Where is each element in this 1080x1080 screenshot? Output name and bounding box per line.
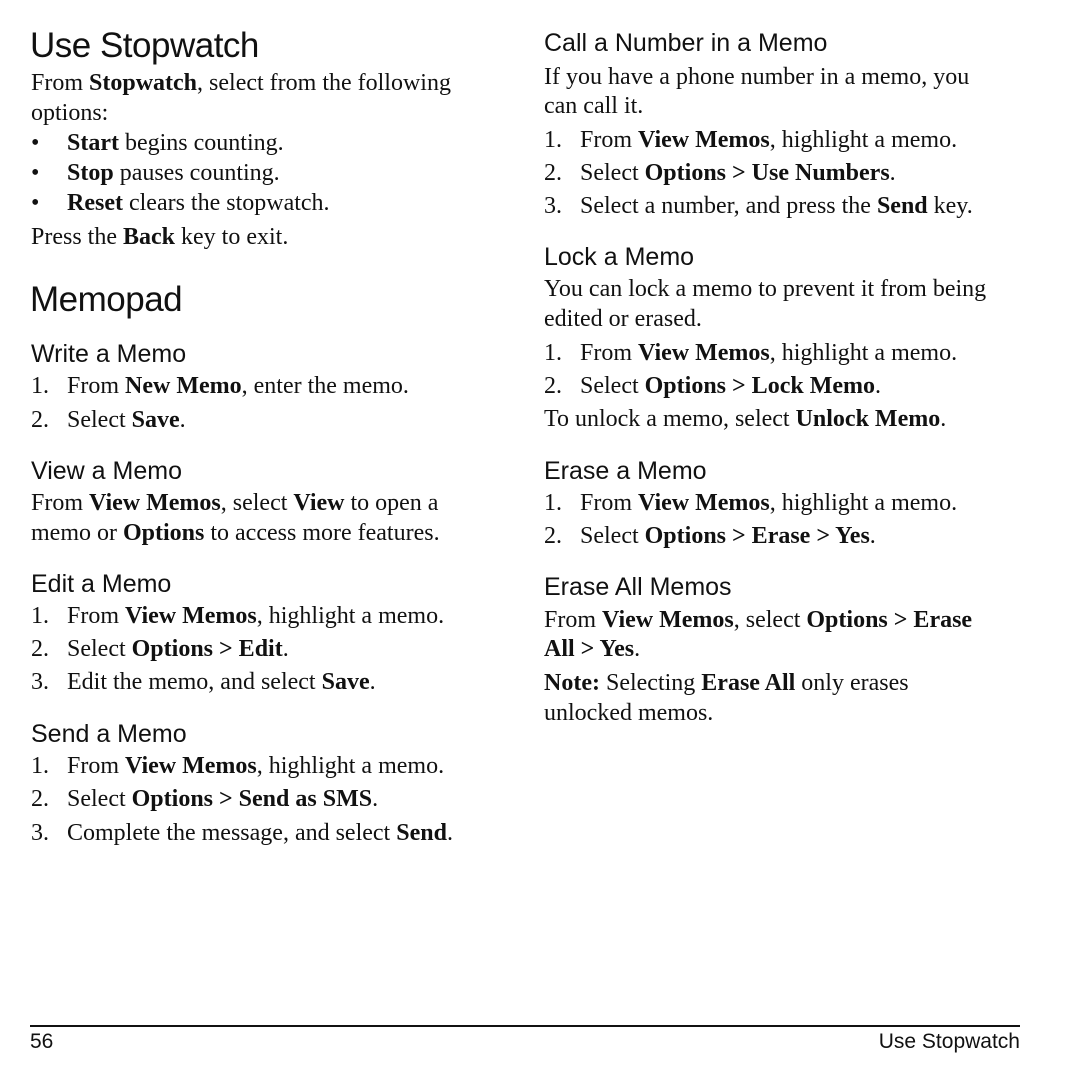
unlock-text: To unlock a memo, select Unlock Memo.	[544, 406, 947, 432]
erase-all-text: From View Memos, select Options > Erase	[544, 607, 973, 633]
erase-all-note: unlocked memos.	[544, 700, 714, 726]
bullet-icon: •	[31, 130, 40, 156]
bullet-icon: •	[31, 190, 40, 216]
erase-all-text: All > Yes.	[544, 636, 641, 662]
heading-erase-all-memos: Erase All Memos	[544, 573, 732, 601]
lock-intro: edited or erased.	[544, 306, 702, 332]
section-title-memopad: Memopad	[30, 280, 183, 319]
section-title-use-stopwatch: Use Stopwatch	[30, 26, 259, 65]
heading-erase-a-memo: Erase a Memo	[544, 457, 707, 485]
stopwatch-intro: From Stopwatch, select from the followin…	[31, 70, 451, 126]
footer-section-title: Use Stopwatch	[878, 1030, 1020, 1053]
heading-view-a-memo: View a Memo	[31, 457, 182, 485]
heading-edit-a-memo: Edit a Memo	[31, 570, 172, 598]
footer-divider	[30, 1025, 1020, 1027]
heading-write-a-memo: Write a Memo	[31, 340, 187, 368]
call-intro: can call it.	[544, 93, 644, 119]
bullet-icon: •	[31, 160, 40, 186]
heading-send-a-memo: Send a Memo	[31, 720, 187, 748]
stopwatch-outro: Press the Back key to exit.	[31, 224, 289, 250]
erase-all-note: Note: Selecting Erase All only erases	[544, 670, 909, 696]
lock-intro: You can lock a memo to prevent it from b…	[544, 276, 987, 302]
heading-call-a-number: Call a Number in a Memo	[544, 29, 828, 57]
view-memo-text: memo or Options to access more features.	[31, 520, 440, 546]
page-number: 56	[30, 1030, 54, 1053]
heading-lock-a-memo: Lock a Memo	[544, 243, 695, 271]
call-intro: If you have a phone number in a memo, yo…	[544, 64, 970, 90]
view-memo-text: From View Memos, select View to open a	[31, 490, 439, 516]
